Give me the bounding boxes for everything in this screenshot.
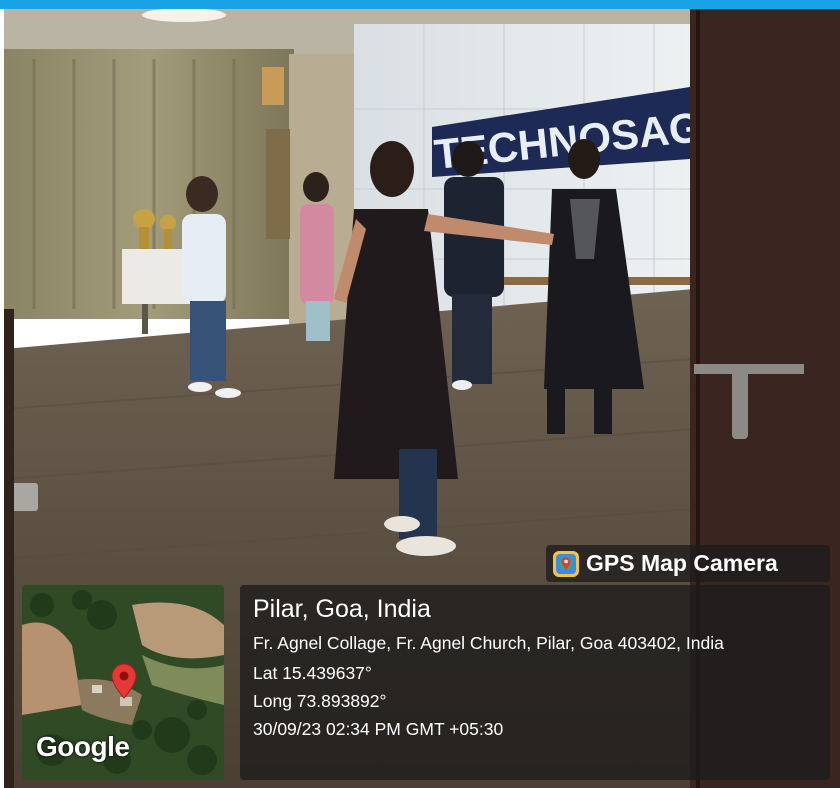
google-logo: Google xyxy=(36,731,130,762)
location-pin-icon xyxy=(111,663,137,699)
photo-frame: TECHNOSAGA GPS Map Camera Google Pilar, … xyxy=(0,0,840,788)
place-name: Pilar, Goa, India xyxy=(253,595,431,623)
top-accent-bar xyxy=(0,0,840,9)
gps-map-camera-badge: GPS Map Camera xyxy=(546,545,830,582)
timestamp-line: 30/09/23 02:34 PM GMT +05:30 xyxy=(253,719,504,739)
longitude-line: Long 73.893892° xyxy=(253,691,387,711)
map-thumbnail: Google xyxy=(22,585,224,780)
location-info-panel: Pilar, Goa, India Fr. Agnel Collage, Fr.… xyxy=(240,585,830,780)
badge-label: GPS Map Camera xyxy=(586,550,778,576)
address-line: Fr. Agnel Collage, Fr. Agnel Church, Pil… xyxy=(253,633,724,653)
latitude-line: Lat 15.439637° xyxy=(253,663,372,683)
gps-map-camera-icon xyxy=(553,550,579,577)
